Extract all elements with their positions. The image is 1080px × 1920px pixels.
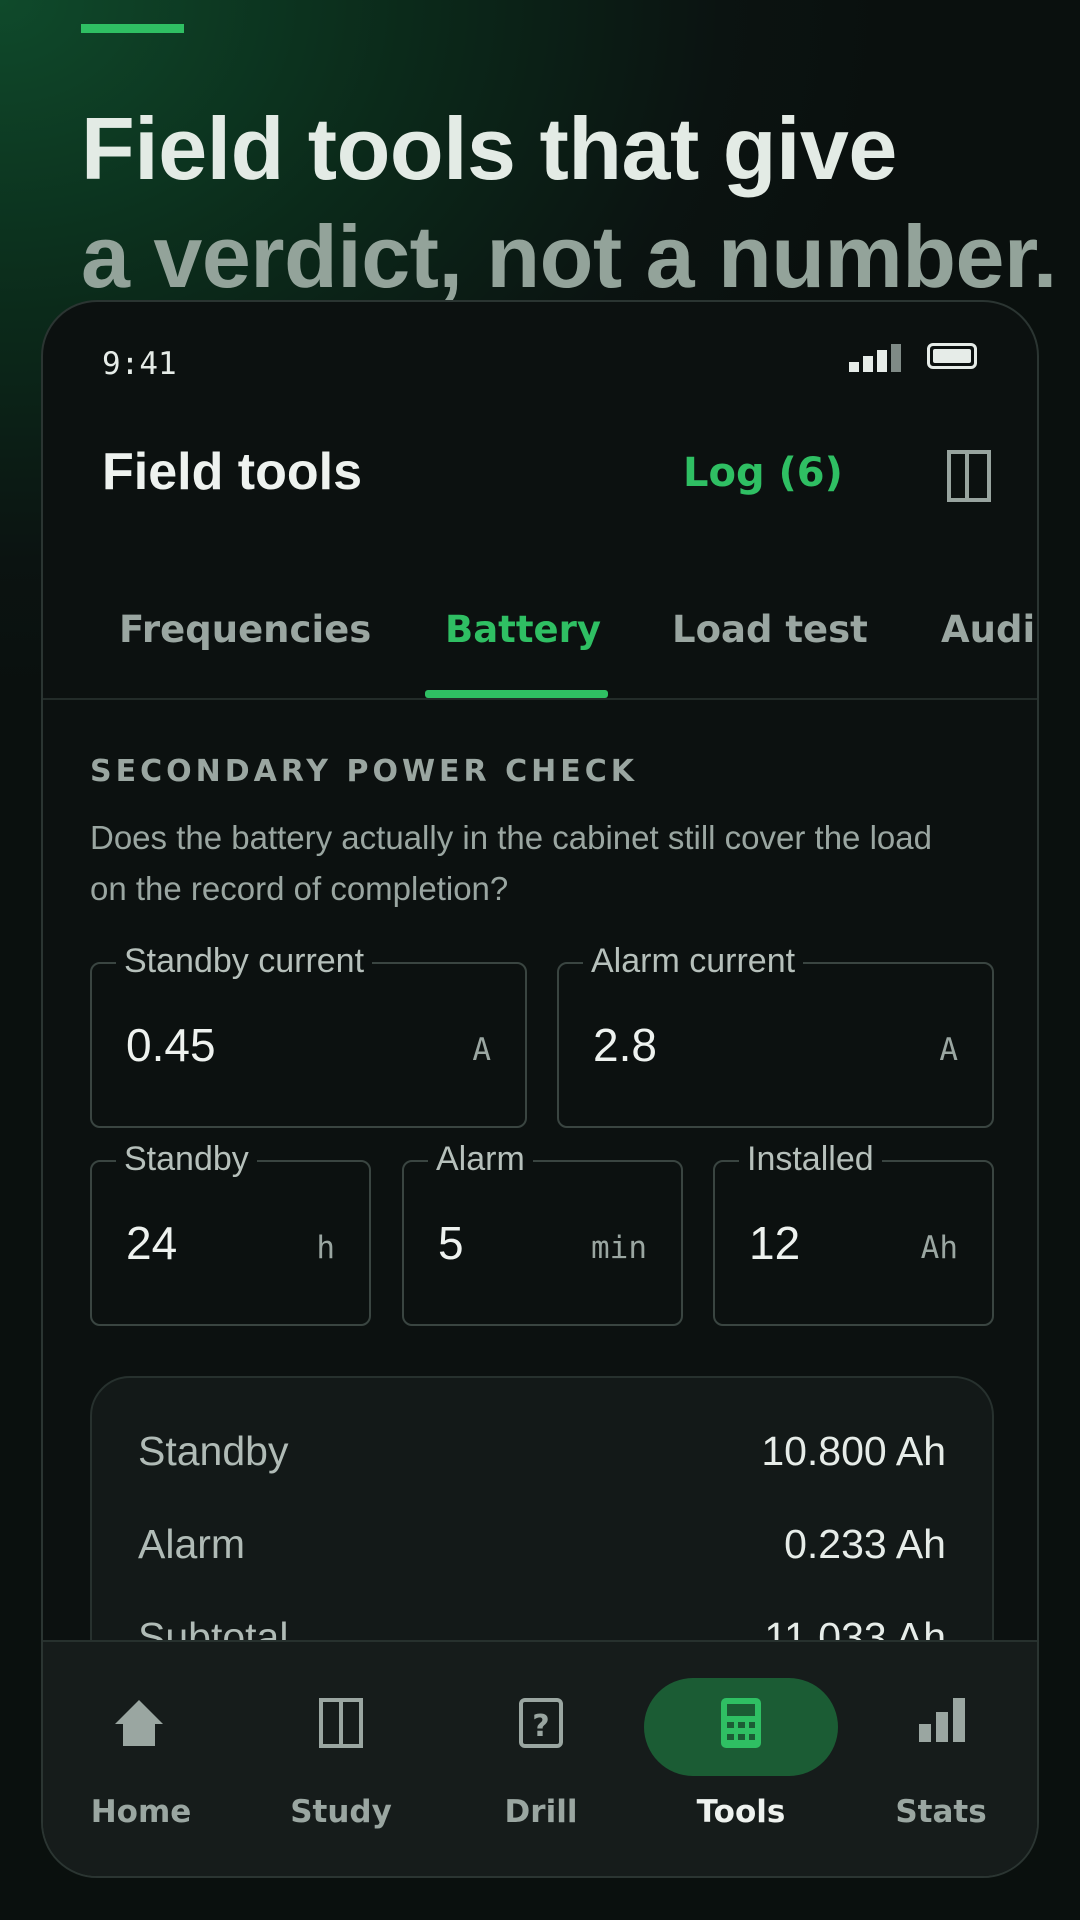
nav-drill[interactable]: ? Drill: [441, 1642, 641, 1842]
alarm-time-field[interactable]: Alarm 5 min: [402, 1140, 683, 1326]
bottom-navigation: Home Study ? Drill Tools Stats: [43, 1640, 1037, 1876]
nav-label: Stats: [895, 1794, 987, 1830]
installed-capacity-field[interactable]: Installed 12 Ah: [713, 1140, 994, 1326]
section-label: SECONDARY POWER CHECK: [90, 754, 638, 789]
hero-line-1: Field tools that give: [81, 99, 897, 198]
signal-icon: [849, 342, 907, 372]
book-icon[interactable]: [947, 450, 991, 502]
tab-audibility[interactable]: Audil: [941, 608, 1037, 651]
field-value[interactable]: 12: [749, 1216, 800, 1270]
log-button[interactable]: Log (6): [683, 450, 843, 496]
book-icon: [319, 1698, 363, 1748]
result-value: 0.233 Ah: [784, 1521, 946, 1567]
field-label: Alarm current: [583, 942, 804, 981]
field-value[interactable]: 5: [438, 1216, 464, 1270]
status-time: 9:41: [102, 346, 177, 382]
page-title: Field tools: [102, 443, 362, 501]
result-value: 10.800 Ah: [761, 1428, 946, 1474]
active-tab-indicator: [425, 690, 608, 698]
field-unit: h: [316, 1230, 335, 1266]
field-value[interactable]: 2.8: [593, 1018, 657, 1072]
phone-frame: 9:41 Field tools Log (6) Frequencies Bat…: [41, 300, 1039, 1878]
nav-home[interactable]: Home: [43, 1642, 241, 1842]
hero-headline: Field tools that give a verdict, not a n…: [81, 95, 1057, 311]
standby-time-field[interactable]: Standby 24 h: [90, 1140, 371, 1326]
svg-text:?: ?: [532, 1709, 549, 1744]
nav-label: Study: [290, 1794, 392, 1830]
field-unit: A: [939, 1032, 958, 1068]
question-icon: ?: [519, 1698, 563, 1748]
result-label: Standby: [138, 1428, 289, 1474]
field-unit: A: [472, 1032, 491, 1068]
field-label: Installed: [739, 1140, 882, 1179]
calculator-icon: [721, 1698, 761, 1748]
tab-load-test[interactable]: Load test: [672, 608, 868, 651]
nav-study[interactable]: Study: [241, 1642, 441, 1842]
nav-label: Drill: [504, 1794, 578, 1830]
alarm-current-field[interactable]: Alarm current 2.8 A: [557, 942, 994, 1128]
tabs-divider: [43, 698, 1037, 700]
standby-current-field[interactable]: Standby current 0.45 A: [90, 942, 527, 1128]
result-row-standby: Standby 10.800 Ah: [138, 1428, 946, 1475]
battery-icon: [927, 343, 977, 369]
section-description: Does the battery actually in the cabinet…: [90, 819, 932, 907]
nav-label: Tools: [696, 1794, 786, 1830]
field-value[interactable]: 0.45: [126, 1018, 216, 1072]
tab-frequencies[interactable]: Frequencies: [119, 608, 371, 651]
nav-stats[interactable]: Stats: [841, 1642, 1037, 1842]
hero-line-2: a verdict, not a number.: [81, 207, 1057, 306]
field-label: Standby current: [116, 942, 373, 981]
result-row-alarm: Alarm 0.233 Ah: [138, 1521, 946, 1568]
bar-chart-icon: [919, 1698, 965, 1742]
field-unit: min: [591, 1230, 647, 1266]
nav-tools[interactable]: Tools: [641, 1642, 841, 1842]
field-label: Standby: [116, 1140, 257, 1179]
accent-line: [81, 24, 184, 33]
field-label: Alarm: [428, 1140, 533, 1179]
field-unit: Ah: [920, 1230, 958, 1266]
result-label: Alarm: [138, 1521, 246, 1567]
tab-battery[interactable]: Battery: [445, 608, 601, 651]
field-value[interactable]: 24: [126, 1216, 177, 1270]
home-icon: [115, 1700, 163, 1746]
nav-label: Home: [90, 1794, 192, 1830]
